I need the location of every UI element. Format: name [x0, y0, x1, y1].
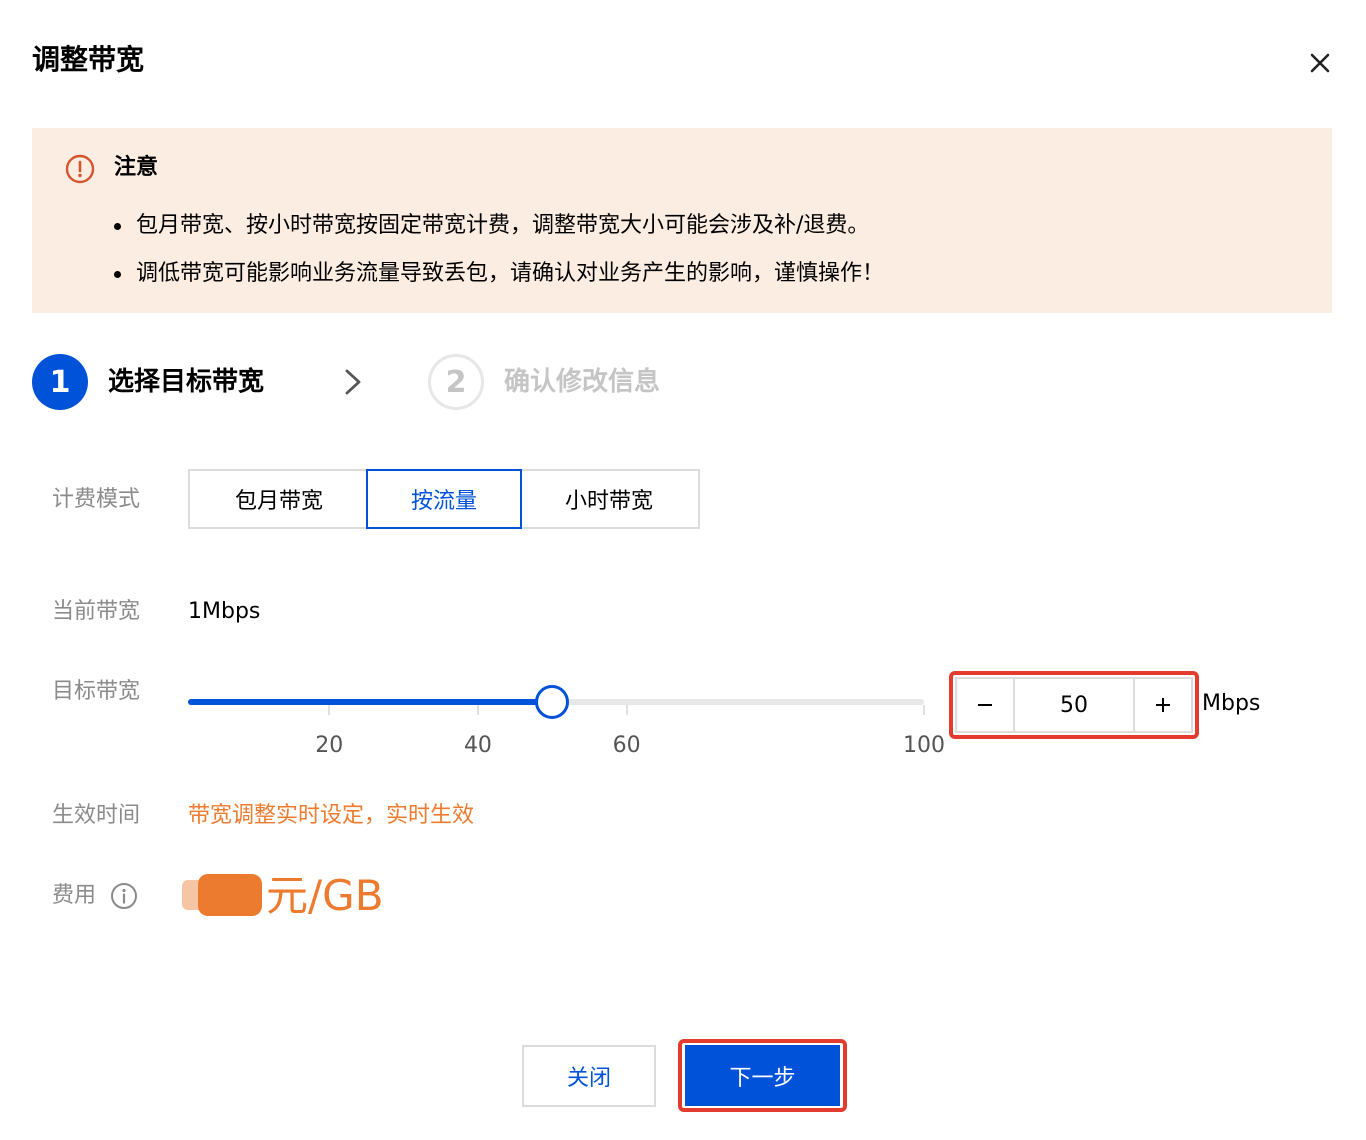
slider-tick-label: 100: [903, 733, 945, 758]
bandwidth-stepper: [955, 677, 1193, 733]
notice-title: 注意: [114, 155, 159, 180]
bandwidth-unit: Mbps: [1202, 691, 1261, 716]
next-button[interactable]: 下一步: [685, 1045, 840, 1106]
step-2-label: 确认修改信息: [504, 367, 661, 397]
notice-item: 调低带宽可能影响业务流量导致丢包，请确认对业务产生的影响，谨慎操作！: [114, 256, 884, 292]
billing-mode-label: 计费模式: [52, 487, 141, 512]
slider-mark: [923, 705, 925, 715]
bandwidth-input[interactable]: [1015, 679, 1133, 731]
slider-tick-label: 40: [463, 733, 492, 758]
billing-option-monthly[interactable]: 包月带宽: [188, 469, 368, 529]
billing-option-traffic[interactable]: 按流量: [366, 469, 522, 529]
slider-mark: [625, 705, 628, 715]
slider-tick-label: 60: [612, 733, 641, 758]
notice-box: 注意 包月带宽、按小时带宽按固定带宽计费，调整带宽大小可能会涉及补/退费。 调低…: [32, 128, 1332, 313]
current-bandwidth-value: 1Mbps: [188, 599, 261, 624]
effective-time-text: 带宽调整实时设定，实时生效: [188, 803, 475, 828]
slider-tick-label: 20: [315, 733, 344, 758]
redacted-price: [182, 874, 262, 916]
info-icon[interactable]: [110, 882, 138, 910]
fee-label-row: 费用: [52, 880, 138, 912]
step-1-label: 选择目标带宽: [108, 367, 265, 397]
slider-fill: [188, 699, 553, 705]
effective-time-label: 生效时间: [52, 803, 141, 828]
target-bandwidth-label: 目标带宽: [52, 679, 141, 704]
notice-item-text: 包月带宽、按小时带宽按固定带宽计费，调整带宽大小可能会涉及补/退费。: [136, 213, 870, 238]
notice-item-text: 调低带宽可能影响业务流量导致丢包，请确认对业务产生的影响，谨慎操作！: [136, 261, 885, 286]
slider-mark: [476, 705, 479, 715]
adjust-bandwidth-dialog: 调整带宽 注意 包月带宽、按小时带宽按固定带宽计费，调整带宽大小可能会涉及补/退…: [0, 0, 1366, 1140]
warning-icon: [65, 154, 95, 184]
minus-icon: [978, 704, 992, 706]
slider-thumb[interactable]: [535, 685, 570, 719]
dialog-title: 调整带宽: [32, 43, 145, 76]
bandwidth-slider[interactable]: [188, 684, 925, 724]
decrement-button[interactable]: [957, 679, 1015, 731]
price-unit: 元/GB: [266, 871, 384, 920]
step-1-number: 1: [32, 354, 88, 410]
chevron-right-icon: [345, 369, 361, 395]
close-icon[interactable]: [1300, 48, 1340, 78]
increment-button[interactable]: [1133, 679, 1191, 731]
current-bandwidth-label: 当前带宽: [52, 599, 141, 624]
slider-mark: [328, 705, 331, 715]
notice-item: 包月带宽、按小时带宽按固定带宽计费，调整带宽大小可能会涉及补/退费。: [114, 208, 869, 244]
plus-icon: [1156, 698, 1170, 712]
billing-option-hourly[interactable]: 小时带宽: [520, 469, 700, 529]
close-button[interactable]: 关闭: [522, 1045, 656, 1107]
fee-label: 费用: [52, 883, 97, 908]
step-2-number: 2: [428, 354, 484, 410]
